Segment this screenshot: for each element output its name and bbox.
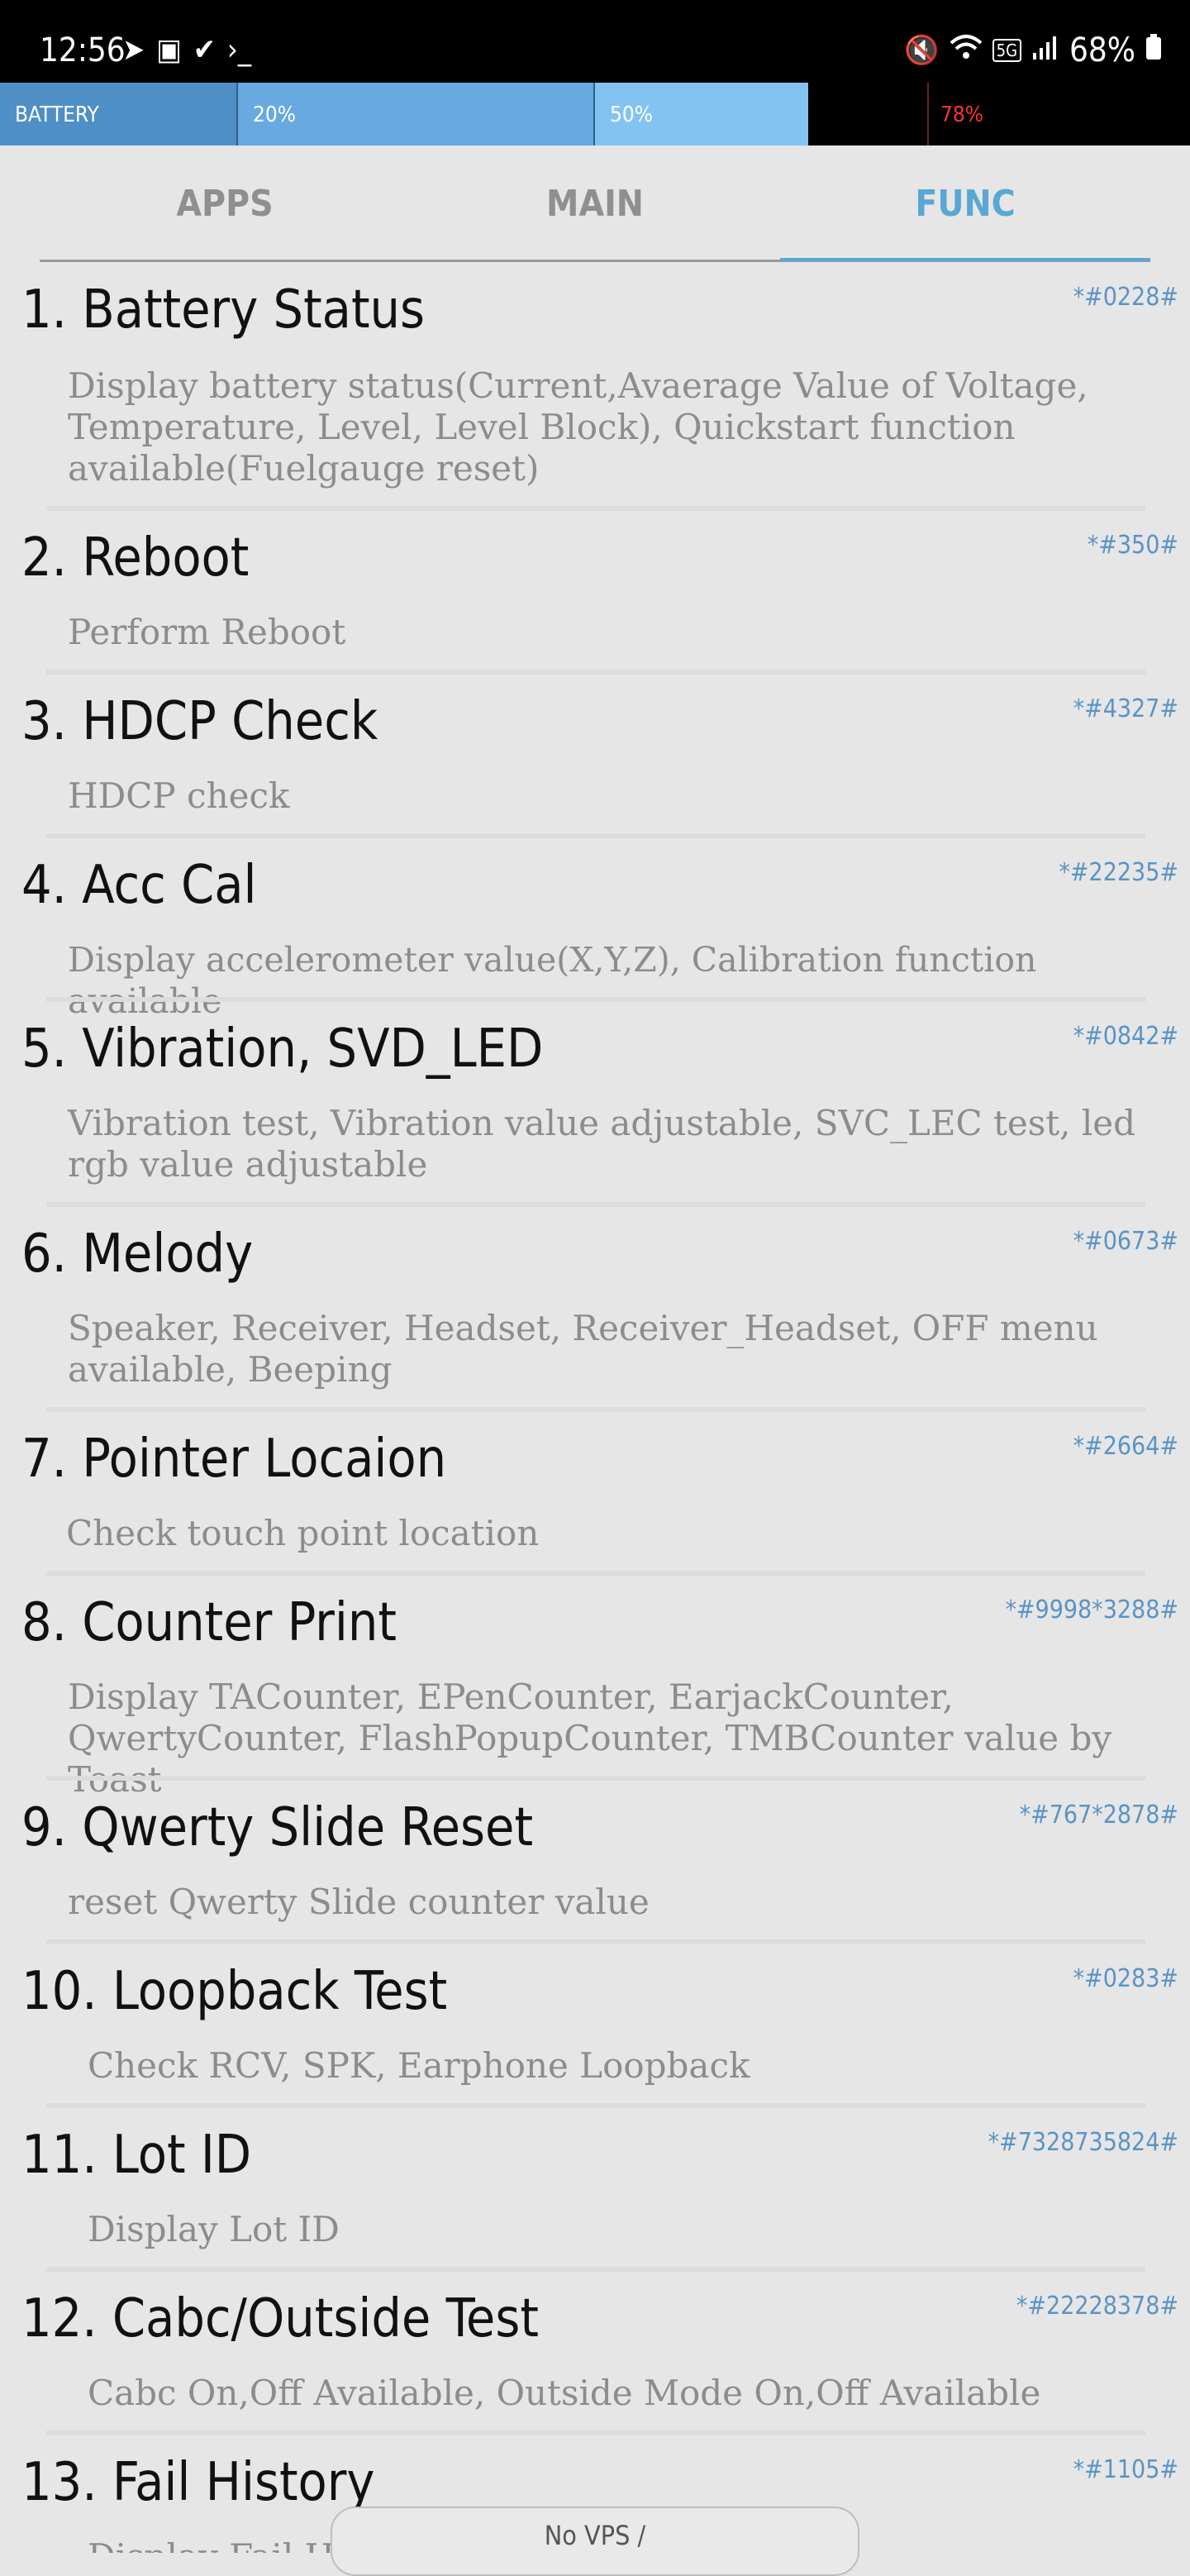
item-title: 2. Reboot (21, 527, 250, 589)
item-code: *#350# (1087, 531, 1178, 560)
battery-label: BATTERY (15, 103, 99, 127)
divider (46, 997, 1145, 1002)
status-time: 12:56 (40, 31, 126, 69)
item-description: reset Qwerty Slide counter value (68, 1882, 650, 1922)
list-item[interactable]: 2. Reboot *#350# Perform Reboot (0, 521, 1190, 670)
divider (46, 670, 1145, 675)
list-item[interactable]: 1. Battery Status *#0228# Display batter… (0, 273, 1190, 513)
battery-segment-label: BATTERY (0, 83, 238, 145)
item-title: 11. Lot ID (21, 2125, 252, 2186)
tab-apps[interactable]: APPS (40, 147, 410, 260)
tab-bar: APPS MAIN FUNC (40, 147, 1150, 263)
item-title: 8. Counter Print (21, 1592, 397, 1653)
item-title: 13. Fail History (21, 2452, 375, 2513)
signal-icon (1031, 34, 1059, 67)
list-item[interactable]: 6. Melody *#0673# Speaker, Receiver, Hea… (0, 1217, 1190, 1412)
item-description: Display Lot ID (88, 2209, 340, 2249)
divider (46, 1776, 1145, 1781)
item-title: 12. Cabc/Outside Test (21, 2288, 539, 2349)
list-item[interactable]: 3. HDCP Check *#4327# HDCP check (0, 685, 1190, 833)
image-icon: ▣ (156, 33, 182, 67)
notification-icons: ➤ ▣ ✔ ›_ (122, 33, 251, 67)
item-description: Check touch point location (66, 1513, 540, 1553)
item-title: 3. HDCP Check (21, 691, 378, 752)
tab-main[interactable]: MAIN (410, 147, 780, 260)
list-item[interactable]: 12. Cabc/Outside Test *#22228378# Cabc O… (0, 2282, 1190, 2431)
status-bar: 12:56 ➤ ▣ ✔ ›_ 🔇 5G 68% (0, 0, 1190, 83)
item-description: Display accelerometer value(X,Y,Z), Cali… (68, 940, 1037, 1021)
divider (46, 833, 1145, 838)
list-item[interactable]: 9. Qwerty Slide Reset *#767*2878# reset … (0, 1791, 1190, 1939)
terminal-icon: ›_ (226, 33, 252, 67)
list-item[interactable]: 8. Counter Print *#9998*3288# Display TA… (0, 1586, 1190, 1800)
divider (46, 506, 1145, 511)
item-code: *#0228# (1073, 283, 1178, 312)
item-title: 9. Qwerty Slide Reset (21, 1797, 533, 1858)
item-title: 6. Melody (21, 1224, 254, 1285)
item-description: Vibration test, Vibration value adjustab… (68, 1103, 1136, 1185)
wifi-icon (950, 33, 983, 69)
item-code: *#2664# (1073, 1432, 1178, 1461)
item-title: 5. Vibration, SVD_LED (21, 1018, 544, 1080)
item-description: Cabc On,Off Available, Outside Mode On,O… (88, 2373, 1041, 2413)
item-description: Display TACounter, EPenCounter, EarjackC… (68, 1677, 1112, 1800)
item-code: *#0673# (1073, 1227, 1178, 1256)
item-description: Display battery status(Current,Avaerage … (68, 365, 1088, 489)
item-code: *#1105# (1073, 2455, 1178, 2484)
divider (46, 1202, 1145, 1207)
battery-segment-50: 50% (595, 83, 808, 145)
battery-segment-20: 20% (238, 83, 595, 145)
vps-overlay-toast[interactable]: No VPS / (331, 2507, 859, 2576)
item-code: *#0842# (1073, 1022, 1178, 1051)
divider (46, 1571, 1145, 1576)
divider (46, 2431, 1145, 2435)
status-right: 🔇 5G 68% (904, 31, 1162, 69)
item-title: 1. Battery Status (21, 279, 425, 341)
list-item[interactable]: 4. Acc Cal *#22235# Display acceleromete… (0, 848, 1190, 1021)
item-code: *#9998*3288# (1005, 1596, 1178, 1624)
item-title: 4. Acc Cal (21, 855, 257, 916)
item-code: *#7328735824# (988, 2128, 1178, 2157)
divider (46, 1407, 1145, 1412)
item-code: *#22235# (1059, 858, 1178, 887)
tab-active-indicator (780, 258, 1150, 261)
battery-20-label: 20% (253, 103, 296, 127)
item-description: Perform Reboot (68, 612, 346, 652)
battery-percent: 68% (1069, 31, 1135, 69)
list-item[interactable]: 10. Loopback Test *#0283# Check RCV, SPK… (0, 1954, 1190, 2103)
5g-icon: 5G (992, 39, 1022, 62)
list-item[interactable]: 5. Vibration, SVD_LED *#0842# Vibration … (0, 1012, 1190, 1207)
battery-icon (1145, 33, 1162, 68)
telegram-icon: ➤ (122, 33, 145, 67)
list-item[interactable]: 11. Lot ID *#7328735824# Display Lot ID (0, 2118, 1190, 2267)
item-code: *#22228378# (1016, 2292, 1178, 2321)
item-title: 7. Pointer Locaion (21, 1429, 447, 1490)
mute-icon: 🔇 (904, 34, 940, 67)
item-description: Speaker, Receiver, Headset, Receiver_Hea… (68, 1308, 1098, 1390)
battery-50-label: 50% (610, 103, 653, 127)
item-code: *#767*2878# (1019, 1801, 1178, 1829)
item-code: *#0283# (1073, 1964, 1178, 1993)
item-code: *#4327# (1073, 694, 1178, 723)
battery-level-bar: BATTERY 20% 50% 78% (0, 83, 1190, 145)
battery-78-label: 78% (940, 103, 983, 127)
divider (46, 2267, 1145, 2272)
item-title: 10. Loopback Test (21, 1961, 448, 2022)
item-description: HDCP check (68, 775, 290, 816)
check-icon: ✔ (193, 33, 216, 67)
divider (46, 2103, 1145, 2108)
item-description: Check RCV, SPK, Earphone Loopback (88, 2045, 750, 2086)
battery-marker-78: 78% (927, 83, 983, 145)
divider (46, 1939, 1145, 1944)
list-item[interactable]: 7. Pointer Locaion *#2664# Check touch p… (0, 1422, 1190, 1571)
overlay-text: No VPS / (544, 2520, 646, 2551)
tab-func[interactable]: FUNC (780, 147, 1150, 260)
